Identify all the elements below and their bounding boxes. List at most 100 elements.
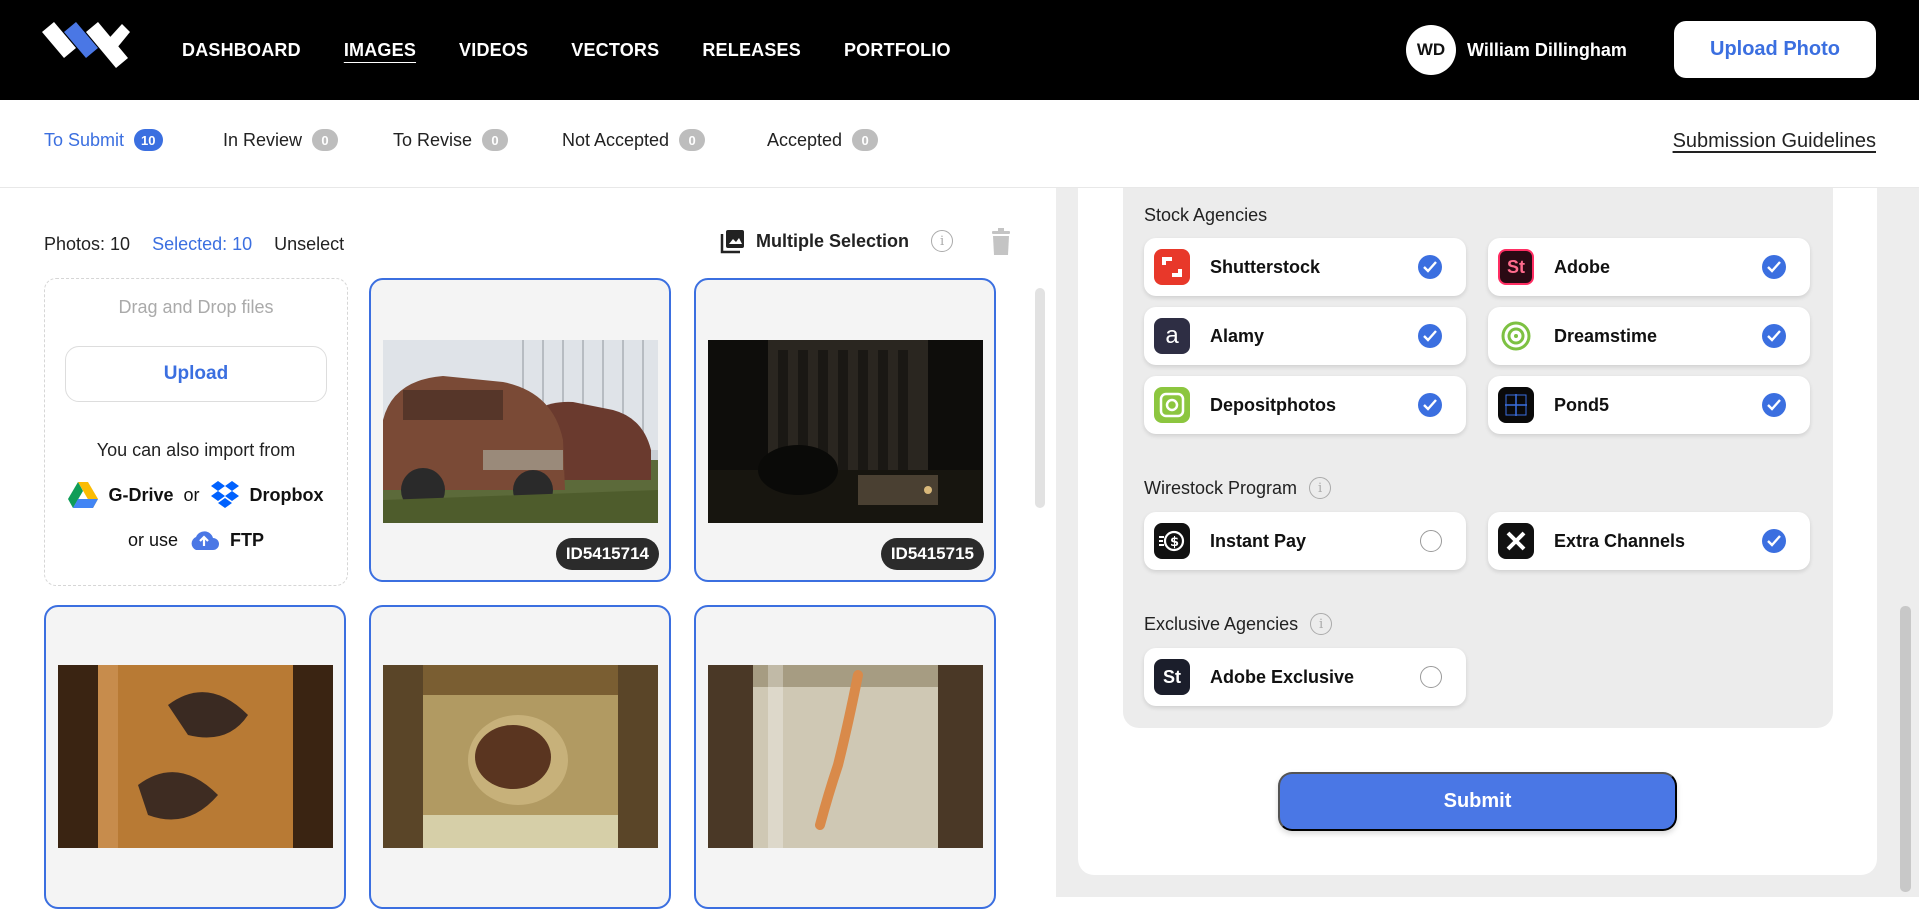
tab-in-review[interactable]: In Review 0 <box>223 129 339 151</box>
drop-zone-title: Drag and Drop files <box>118 297 274 317</box>
or-use-text: or use <box>127 529 179 550</box>
nav-releases[interactable]: RELEASES <box>702 40 801 61</box>
nav-vectors[interactable]: VECTORS <box>571 40 659 61</box>
agency-adobe[interactable]: St Adobe <box>1488 238 1810 296</box>
tab-not-accepted[interactable]: Not Accepted 0 <box>562 129 706 151</box>
depositphotos-icon <box>1154 387 1190 423</box>
gdrive-link[interactable]: G-Drive <box>68 482 174 508</box>
main-nav: DASHBOARD IMAGES VIDEOS VECTORS RELEASES… <box>182 0 994 100</box>
extra-channels-icon <box>1498 523 1534 559</box>
agency-depositphotos[interactable]: Depositphotos <box>1144 376 1466 434</box>
tab-accepted[interactable]: Accepted 0 <box>767 129 879 151</box>
google-drive-icon <box>68 482 99 508</box>
tab-to-revise[interactable]: To Revise 0 <box>393 129 509 151</box>
cloud-upload-icon <box>191 531 220 550</box>
checkmark-icon[interactable] <box>1762 529 1786 553</box>
multiple-selection-toggle[interactable]: Multiple Selection i <box>720 228 954 254</box>
agency-instant-pay[interactable]: $ Instant Pay <box>1144 512 1466 570</box>
photo-card[interactable]: ID5415714 <box>369 278 671 582</box>
adobe-stock-icon: St <box>1498 249 1534 285</box>
checkmark-icon[interactable] <box>1418 324 1442 348</box>
agency-pond5[interactable]: Pond5 <box>1488 376 1810 434</box>
photo-thumbnail <box>708 340 983 523</box>
checkmark-icon[interactable] <box>1762 324 1786 348</box>
info-icon[interactable]: i <box>931 230 954 252</box>
tab-label: In Review <box>223 129 303 150</box>
unselect-button[interactable]: Unselect <box>274 234 344 255</box>
nav-videos[interactable]: VIDEOS <box>459 40 528 61</box>
tab-label: To Revise <box>393 129 473 150</box>
svg-text:$: $ <box>1170 535 1179 550</box>
tab-label: To Submit <box>44 129 125 150</box>
tab-label: Not Accepted <box>562 129 670 150</box>
agency-name: Dreamstime <box>1554 325 1658 346</box>
dreamstime-icon <box>1498 318 1534 354</box>
count-badge: 0 <box>312 129 339 151</box>
photo-card[interactable] <box>694 605 996 909</box>
pond5-icon <box>1498 387 1534 423</box>
trash-icon[interactable] <box>990 228 1012 256</box>
upload-photo-button[interactable]: Upload Photo <box>1674 21 1876 78</box>
nav-dashboard[interactable]: DASHBOARD <box>182 40 301 61</box>
agency-name: Pond5 <box>1554 394 1610 415</box>
agency-name: Shutterstock <box>1210 256 1321 277</box>
photo-thumbnail <box>58 665 333 848</box>
gdrive-label: G-Drive <box>108 484 174 505</box>
ftp-link[interactable]: FTP <box>188 529 264 551</box>
unchecked-radio[interactable] <box>1420 530 1442 552</box>
count-badge: 0 <box>679 129 706 151</box>
agency-adobe-exclusive[interactable]: St Adobe Exclusive <box>1144 648 1466 706</box>
photo-card[interactable]: ID5415715 <box>694 278 996 582</box>
upload-button[interactable]: Upload <box>65 346 327 402</box>
import-text: You can also import from <box>96 440 296 460</box>
tab-to-submit[interactable]: To Submit 10 <box>44 129 163 151</box>
agency-name: Instant Pay <box>1210 530 1307 551</box>
exclusive-agencies-heading: Exclusive Agencies i <box>1144 613 1333 635</box>
instant-pay-icon: $ <box>1154 523 1190 559</box>
photo-id-badge: ID5415715 <box>880 538 984 570</box>
stock-agencies-heading: Stock Agencies <box>1144 205 1267 226</box>
agency-extra-channels[interactable]: Extra Channels <box>1488 512 1810 570</box>
user-name[interactable]: William Dillingham <box>1467 40 1627 61</box>
section-title: Stock Agencies <box>1144 205 1268 225</box>
user-menu[interactable]: WD William Dillingham <box>1406 25 1627 75</box>
nav-images[interactable]: IMAGES <box>344 40 416 61</box>
checkmark-icon[interactable] <box>1762 393 1786 417</box>
grid-scrollbar[interactable] <box>1035 288 1045 508</box>
checkmark-icon[interactable] <box>1762 255 1786 279</box>
unchecked-radio[interactable] <box>1420 666 1442 688</box>
section-title: Exclusive Agencies <box>1144 613 1299 634</box>
nav-portfolio[interactable]: PORTFOLIO <box>844 40 951 61</box>
drop-zone[interactable]: Drag and Drop files Upload You can also … <box>44 278 348 586</box>
selection-stats: Photos: 10 Selected: 10 Unselect <box>44 234 344 255</box>
agency-name: Adobe <box>1554 256 1610 277</box>
photo-id-badge: ID5415714 <box>555 538 659 570</box>
agency-name: Alamy <box>1210 325 1265 346</box>
agency-dreamstime[interactable]: Dreamstime <box>1488 307 1810 365</box>
agency-alamy[interactable]: a Alamy <box>1144 307 1466 365</box>
info-icon[interactable]: i <box>1310 613 1333 635</box>
info-icon[interactable]: i <box>1309 477 1332 499</box>
photo-card[interactable] <box>44 605 346 909</box>
wirestock-program-heading: Wirestock Program i <box>1144 477 1332 499</box>
checkmark-icon[interactable] <box>1418 255 1442 279</box>
photos-count: Photos: 10 <box>44 234 131 254</box>
avatar[interactable]: WD <box>1406 25 1456 75</box>
photo-thumbnail <box>383 665 658 848</box>
agency-name: Adobe Exclusive <box>1210 666 1355 687</box>
submit-button[interactable]: Submit <box>1278 772 1677 831</box>
dropbox-link[interactable]: Dropbox <box>210 481 324 509</box>
submission-guidelines-link[interactable]: Submission Guidelines <box>1673 130 1876 153</box>
alamy-icon: a <box>1154 318 1190 354</box>
count-badge: 10 <box>134 129 163 151</box>
or-text: or <box>183 484 200 505</box>
count-badge: 0 <box>852 129 879 151</box>
page-scrollbar[interactable] <box>1900 606 1911 892</box>
selected-count[interactable]: Selected: 10 <box>152 234 252 255</box>
agency-shutterstock[interactable]: Shutterstock <box>1144 238 1466 296</box>
wirestock-logo[interactable] <box>42 20 132 72</box>
agency-name: Extra Channels <box>1554 530 1686 551</box>
photo-card[interactable] <box>369 605 671 909</box>
photo-grid-pane: Photos: 10 Selected: 10 Unselect Multipl… <box>0 188 1056 909</box>
checkmark-icon[interactable] <box>1418 393 1442 417</box>
